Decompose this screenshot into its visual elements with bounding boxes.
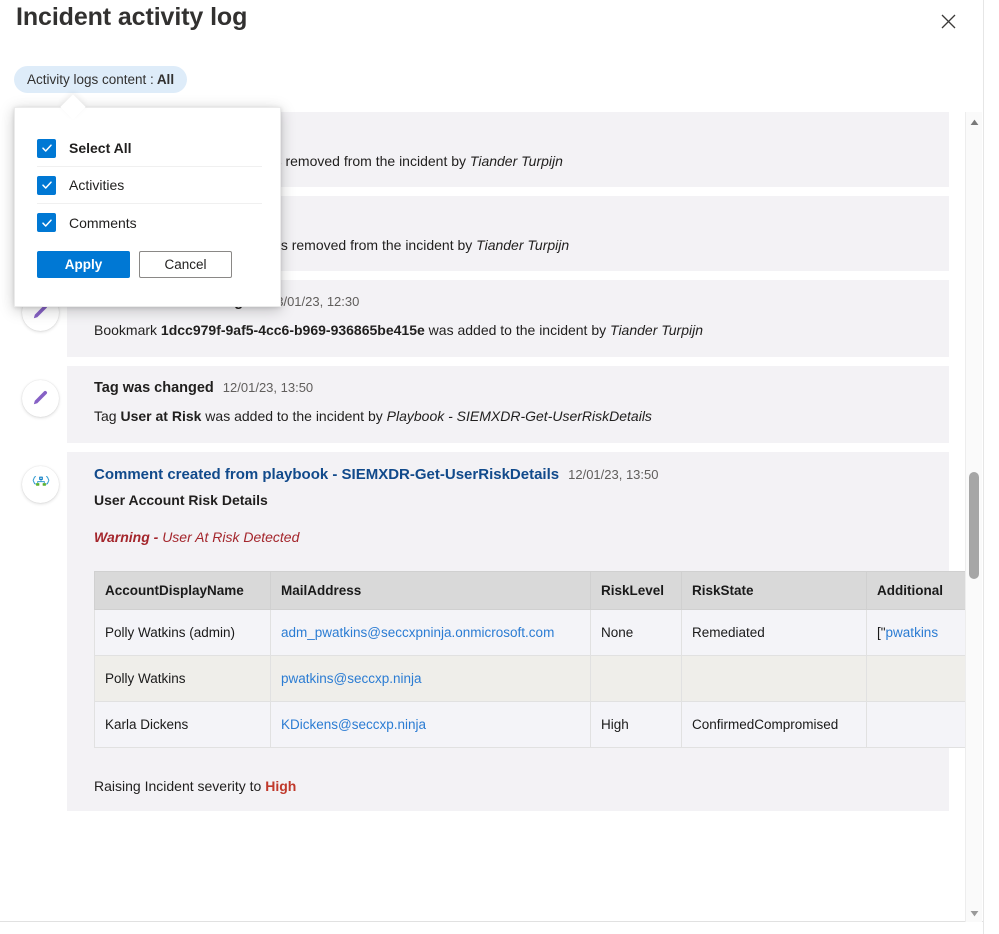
table-row: Polly Watkins pwatkins@seccxp.ninja xyxy=(94,654,966,702)
checkmark-icon[interactable] xyxy=(37,175,56,195)
activity-entry-prefix: Bookmark xyxy=(94,321,161,338)
activity-entry-actor: Tiander Turpijn xyxy=(610,321,704,338)
cell-mail: adm_pwatkins@seccxpninja.onmicrosoft.com xyxy=(270,608,591,656)
dropdown-option-label: Comments xyxy=(69,214,137,231)
dropdown-option-label: Select All xyxy=(69,140,132,156)
activity-entry-action: was removed from the incident by xyxy=(252,153,470,169)
activity-entry-time: 13/01/23, 12:30 xyxy=(269,293,360,309)
table-row: Polly Watkins (admin) adm_pwatkins@seccx… xyxy=(94,608,966,656)
warning-text: User At Risk Detected xyxy=(162,528,300,545)
cell-risklevel xyxy=(590,654,682,702)
activity-entry-comment: Comment created from playbook - SIEMXDR-… xyxy=(0,451,966,811)
cell-mail: pwatkins@seccxp.ninja xyxy=(270,654,591,702)
page-title: Incident activity log xyxy=(16,3,248,31)
risk-table-wrapper: AccountDisplayName MailAddress RiskLevel… xyxy=(94,570,966,748)
mail-link[interactable]: KDickens@seccxp.ninja xyxy=(281,717,426,732)
column-header-additional: Additional xyxy=(866,570,966,610)
dropdown-option-comments[interactable]: Comments xyxy=(37,204,262,241)
panel-right-edge xyxy=(983,0,999,934)
cancel-button[interactable]: Cancel xyxy=(139,251,232,278)
comment-playbook-link[interactable]: Comment created from playbook - SIEMXDR-… xyxy=(94,466,559,483)
vertical-scrollbar[interactable] xyxy=(965,112,982,922)
activity-entry-action: was removed from the incident by xyxy=(259,236,477,253)
cell-mail: KDickens@seccxp.ninja xyxy=(270,700,591,748)
triangle-down-icon[interactable] xyxy=(966,905,983,922)
raise-severity-text: Raising Incident severity to xyxy=(94,777,266,794)
apply-button[interactable]: Apply xyxy=(37,251,130,278)
activity-entry-actor: Tiander Turpijn xyxy=(476,236,570,253)
cell-riskstate: ConfirmedCompromised xyxy=(681,700,867,748)
dropdown-option-label: Activities xyxy=(69,177,125,193)
edit-pencil-icon xyxy=(22,379,59,417)
column-header-riskstate: RiskState xyxy=(681,570,867,610)
raise-severity-value: High xyxy=(265,777,297,794)
cell-additional: ["pwatkins xyxy=(866,608,966,656)
activity-entry-id: 1dcc979f-9af5-4cc6-b969-936865be415e xyxy=(160,321,425,338)
comment-time: 12/01/23, 13:50 xyxy=(568,466,659,482)
activity-logs-content-filter[interactable]: Activity logs content : All xyxy=(14,66,188,93)
mail-link[interactable]: adm_pwatkins@seccxpninja.onmicrosoft.com xyxy=(281,625,554,640)
cell-account: Karla Dickens xyxy=(94,700,271,748)
column-header-account: AccountDisplayName xyxy=(94,570,271,610)
mail-link[interactable]: pwatkins@seccxp.ninja xyxy=(281,671,422,686)
activity-filter-dropdown: Select All Activities Comments Apply Can… xyxy=(14,107,281,307)
activity-entry-time: 12/01/23, 13:50 xyxy=(222,379,314,395)
dropdown-option-activities[interactable]: Activities xyxy=(37,167,262,204)
scroll-thumb[interactable] xyxy=(969,472,979,579)
warning-label: Warning - xyxy=(94,528,159,545)
comment-subtitle: User Account Risk Details xyxy=(94,491,268,508)
raise-severity-line: Raising Incident severity to High xyxy=(94,778,931,794)
cell-account: Polly Watkins xyxy=(94,654,271,702)
triangle-up-icon[interactable] xyxy=(966,114,983,131)
close-icon[interactable] xyxy=(933,6,963,36)
cell-riskstate xyxy=(681,654,867,702)
checkmark-icon[interactable] xyxy=(37,213,56,232)
activity-entry-tagname: User at Risk xyxy=(120,407,202,424)
bottom-divider xyxy=(0,921,983,922)
additional-prefix: [" xyxy=(877,624,886,640)
cell-riskstate: Remediated xyxy=(681,608,867,656)
activity-entry-prefix: Tag xyxy=(94,407,121,424)
activity-entry-title: Tag was changed xyxy=(94,379,214,396)
cell-additional xyxy=(866,654,966,702)
cell-risklevel: None xyxy=(590,608,682,656)
activity-entry-body: Tag was changed 12/01/23, 13:50 Tag User… xyxy=(67,365,949,443)
filter-label: Activity logs content : xyxy=(27,72,154,87)
column-header-mail: MailAddress xyxy=(270,570,591,610)
user-risk-table: AccountDisplayName MailAddress RiskLevel… xyxy=(94,570,966,748)
activity-entry-actor: Playbook - SIEMXDR-Get-UserRiskDetails xyxy=(386,407,652,424)
activity-entry-action: was added to the incident by xyxy=(424,321,611,338)
playbook-icon xyxy=(22,465,59,503)
column-header-risklevel: RiskLevel xyxy=(590,570,682,610)
panel-header: Incident activity log xyxy=(0,0,999,52)
activity-entry-text: Bookmark 1dcc979f-9af5-4cc6-b969-936865b… xyxy=(94,321,931,340)
activity-entry-actor: Tiander Turpijn xyxy=(469,153,563,169)
dropdown-option-select-all[interactable]: Select All xyxy=(37,130,262,167)
table-row: Karla Dickens KDickens@seccxp.ninja High… xyxy=(94,700,966,748)
activity-entry-tag: Tag was changed 12/01/23, 13:50 Tag User… xyxy=(0,365,966,443)
comment-entry-body: Comment created from playbook - SIEMXDR-… xyxy=(67,451,966,811)
filter-value: All xyxy=(156,72,175,87)
activity-entry-action: was added to the incident by xyxy=(201,407,387,424)
checkmark-icon[interactable] xyxy=(37,138,56,158)
cell-risklevel: High xyxy=(590,700,682,748)
additional-link[interactable]: pwatkins xyxy=(886,625,939,640)
table-header-row: AccountDisplayName MailAddress RiskLevel… xyxy=(94,570,966,610)
cell-additional xyxy=(866,700,966,748)
comment-warning: Warning - User At Risk Detected xyxy=(94,529,931,545)
cell-account: Polly Watkins (admin) xyxy=(94,608,271,656)
incident-activity-log-panel: Incident activity log Activity logs cont… xyxy=(0,0,999,934)
activity-entry-text: Tag User at Risk was added to the incide… xyxy=(94,407,931,426)
